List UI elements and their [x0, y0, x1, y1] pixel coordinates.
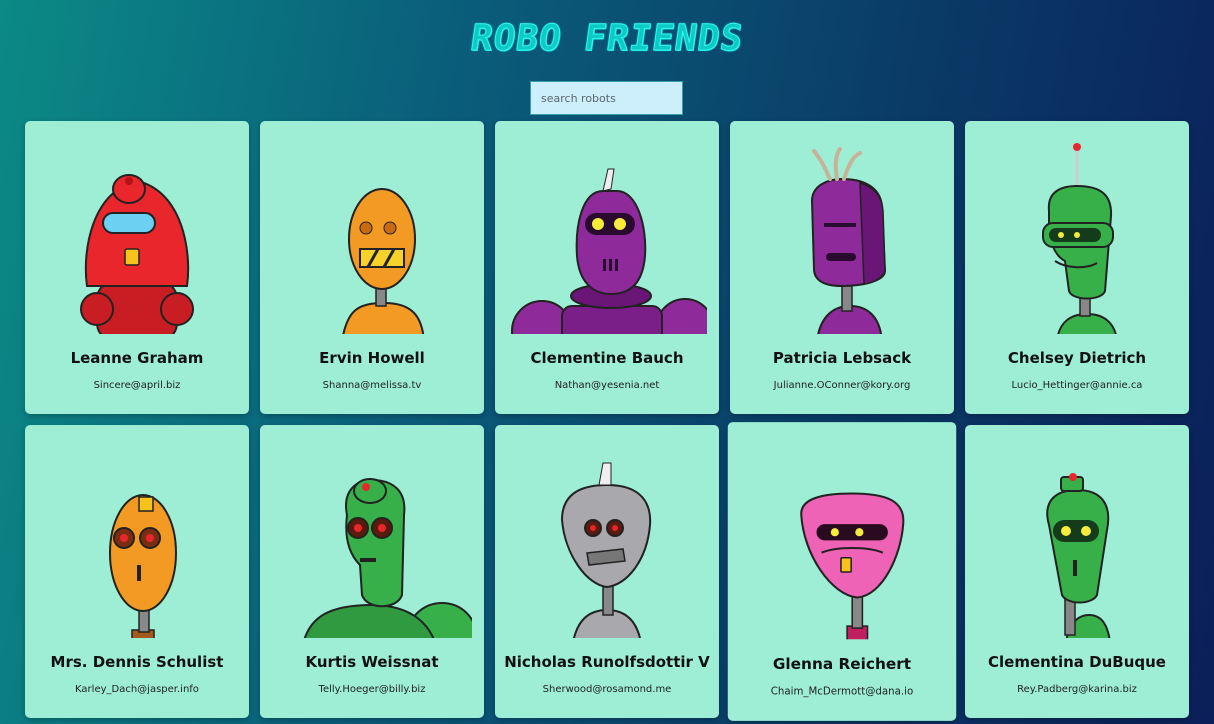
search-input[interactable] [530, 81, 683, 115]
robot-email: Chaim_McDermott@dana.io [770, 686, 914, 698]
robot-name: Glenna Reichert [772, 654, 912, 673]
robot-email: Rey.Padberg@karina.biz [1017, 684, 1137, 695]
green-robot-icon [977, 435, 1177, 638]
robot-email: Lucio_Hettinger@annie.ca [1011, 380, 1143, 391]
robot-email: Shanna@melissa.tv [322, 380, 422, 391]
robot-name: Patricia Lebsack [772, 349, 912, 367]
robot-email: Sherwood@rosamond.me [542, 684, 672, 695]
green-robot-icon [272, 435, 472, 638]
gray-robot-icon [507, 435, 707, 638]
robot-email: Sincere@april.biz [93, 380, 181, 391]
purple-robot-icon [507, 131, 707, 334]
robot-name: Kurtis Weissnat [305, 653, 439, 671]
red-robot-icon [37, 131, 237, 334]
robot-card[interactable]: Clementina DuBuque Rey.Padberg@karina.bi… [965, 425, 1189, 718]
robot-card[interactable]: Glenna Reichert Chaim_McDermott@dana.io [727, 422, 957, 721]
robot-email: Nathan@yesenia.net [554, 380, 660, 391]
robot-card[interactable]: Kurtis Weissnat Telly.Hoeger@billy.biz [260, 425, 484, 718]
robot-name: Clementine Bauch [530, 349, 684, 367]
robot-card[interactable]: Ervin Howell Shanna@melissa.tv [260, 121, 484, 414]
robot-email: Telly.Hoeger@billy.biz [318, 684, 426, 695]
robot-email: Karley_Dach@jasper.info [75, 684, 199, 695]
robot-name: Nicholas Runolfsdottir V [504, 653, 710, 671]
robot-card[interactable]: Mrs. Dennis Schulist Karley_Dach@jasper.… [25, 425, 249, 718]
robot-name: Leanne Graham [70, 349, 204, 367]
robot-email: Julianne.OConner@kory.org [773, 380, 911, 391]
app-title: ROBO FRIENDS [468, 18, 747, 60]
robot-name: Chelsey Dietrich [1007, 349, 1147, 367]
robot-card[interactable]: Patricia Lebsack Julianne.OConner@kory.o… [730, 121, 954, 414]
robot-name: Mrs. Dennis Schulist [50, 653, 224, 671]
robot-card[interactable]: Leanne Graham Sincere@april.biz [25, 121, 249, 414]
robot-card[interactable]: Clementine Bauch Nathan@yesenia.net [495, 121, 719, 414]
robot-card[interactable]: Nicholas Runolfsdottir V Sherwood@rosamo… [495, 425, 719, 718]
green-robot-icon [977, 131, 1177, 334]
robot-card[interactable]: Chelsey Dietrich Lucio_Hettinger@annie.c… [965, 121, 1189, 414]
orange-robot-icon [37, 435, 237, 638]
pink-robot-icon [740, 432, 944, 640]
robot-name: Ervin Howell [319, 349, 425, 367]
purple-robot-icon [742, 131, 942, 334]
robot-name: Clementina DuBuque [988, 653, 1166, 671]
orange-robot-icon [272, 131, 472, 334]
